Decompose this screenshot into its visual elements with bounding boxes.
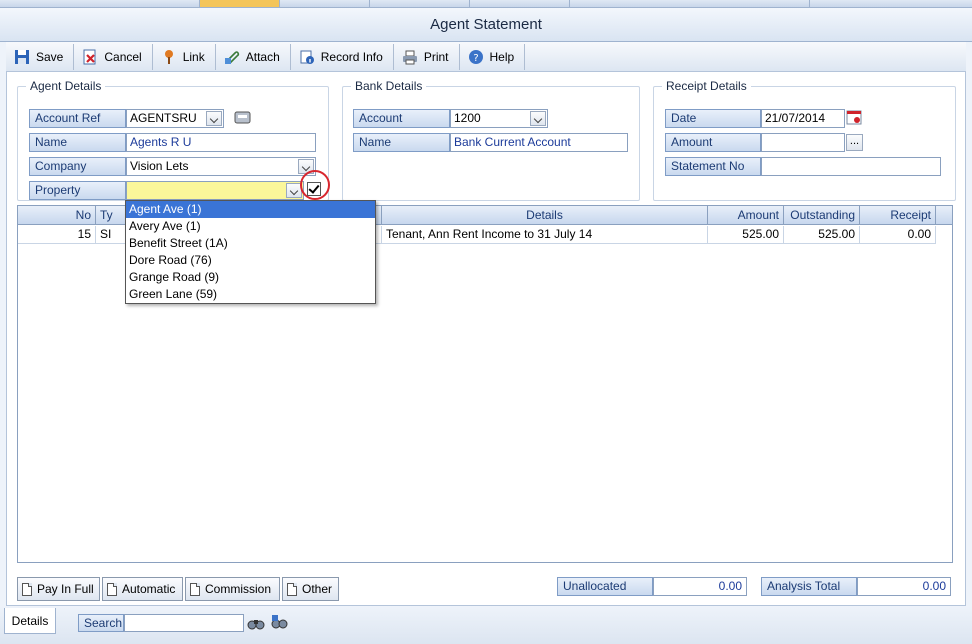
bank-name-field[interactable]: Bank Current Account (450, 133, 628, 152)
commission-button[interactable]: Commission (185, 577, 280, 601)
property-field[interactable] (126, 181, 304, 200)
property-option[interactable]: Avery Ave (1) (126, 218, 375, 235)
document-icon (22, 582, 32, 596)
advanced-search-icon[interactable] (270, 614, 288, 632)
table-row-receipt[interactable]: 0.00 (860, 226, 936, 244)
column-header-amount[interactable]: Amount (708, 206, 784, 225)
amount-label: Amount (665, 133, 761, 152)
automatic-label: Automatic (122, 582, 176, 596)
pay-in-full-button[interactable]: Pay In Full (17, 577, 100, 601)
record-info-button[interactable]: Record Info (291, 43, 394, 70)
date-field[interactable]: 21/07/2014 (761, 109, 845, 128)
table-row-outstanding[interactable]: 525.00 (784, 226, 860, 244)
property-option[interactable]: Dore Road (76) (126, 252, 375, 269)
record-info-label: Record Info (320, 49, 383, 64)
agent-name-label: Name (29, 133, 126, 152)
receipt-details-legend: Receipt Details (662, 79, 751, 93)
link-icon (164, 49, 173, 64)
top-tab[interactable] (370, 0, 470, 7)
column-header-receipt[interactable]: Receipt (860, 206, 936, 225)
calendar-icon[interactable] (846, 109, 863, 126)
bank-account-dropdown-icon[interactable] (530, 111, 546, 126)
property-option[interactable]: Benefit Street (1A) (126, 235, 375, 252)
analysis-total-field: 0.00 (857, 577, 951, 596)
unallocated-field: 0.00 (653, 577, 747, 596)
save-button[interactable]: Save (6, 43, 75, 70)
cancel-icon (83, 49, 96, 64)
top-tab[interactable] (470, 0, 570, 7)
top-tab-active[interactable] (200, 0, 280, 7)
print-icon (402, 50, 417, 64)
save-label: Save (36, 49, 64, 64)
property-option[interactable]: Agent Ave (1) (126, 201, 375, 218)
tab-details[interactable]: Details (4, 608, 56, 634)
print-button[interactable]: Print (394, 43, 460, 70)
pay-in-full-label: Pay In Full (37, 582, 94, 596)
help-label: Help (489, 49, 515, 64)
document-icon (107, 582, 117, 596)
statement-form: Agent Details Account Ref AGENTSRU Name … (6, 72, 966, 606)
bank-details-legend: Bank Details (351, 79, 427, 93)
property-dropdown-list: Agent Ave (1) Avery Ave (1) Benefit Stre… (125, 200, 376, 304)
property-option[interactable]: Green Lane (59) (126, 286, 375, 303)
toolbar: Save Cancel Link Attach Record Info Prin… (6, 42, 966, 72)
property-label: Property (29, 181, 126, 200)
top-tab[interactable] (570, 0, 810, 7)
cancel-label: Cancel (104, 49, 142, 64)
property-option[interactable]: Grange Road (9) (126, 269, 375, 286)
statement-no-field[interactable] (761, 157, 941, 176)
date-label: Date (665, 109, 761, 128)
top-tab[interactable] (280, 0, 370, 7)
amount-field[interactable] (761, 133, 845, 152)
bank-name-label: Name (353, 133, 450, 152)
footer-bar: Details Search (0, 606, 972, 644)
save-icon (15, 49, 29, 64)
attach-icon (224, 50, 239, 64)
svg-text:?: ? (473, 53, 478, 64)
column-header-outstanding[interactable]: Outstanding (784, 206, 860, 225)
other-button[interactable]: Other (282, 577, 339, 601)
commission-label: Commission (205, 582, 272, 596)
company-field[interactable]: Vision Lets (126, 157, 316, 176)
automatic-button[interactable]: Automatic (102, 577, 183, 601)
search-label: Search (78, 614, 124, 632)
other-label: Other (302, 582, 333, 596)
print-label: Print (423, 49, 449, 64)
window-title: Agent Statement (0, 8, 972, 42)
attach-button[interactable]: Attach (216, 43, 291, 70)
document-icon (190, 582, 200, 596)
link-label: Link (182, 49, 205, 64)
document-icon (287, 582, 297, 596)
agent-details-legend: Agent Details (26, 79, 106, 93)
column-header-no[interactable]: No (18, 206, 96, 225)
analysis-total-label: Analysis Total (761, 577, 857, 596)
amount-ellipsis-button[interactable]: ... (846, 134, 863, 151)
record-info-icon (300, 50, 314, 64)
bank-account-label: Account (353, 109, 450, 128)
agent-name-field[interactable]: Agents R U (126, 133, 316, 152)
top-tab[interactable] (0, 0, 200, 7)
link-button[interactable]: Link (153, 43, 216, 70)
column-header-type[interactable]: Ty (96, 206, 126, 225)
unallocated-label: Unallocated (557, 577, 653, 596)
lookup-icon[interactable] (234, 109, 251, 126)
cancel-button[interactable]: Cancel (74, 43, 153, 70)
account-ref-dropdown-icon[interactable] (206, 111, 222, 126)
help-button[interactable]: ? Help (460, 43, 526, 70)
table-row-type[interactable]: SI (96, 226, 126, 244)
table-row-details[interactable]: Tenant, Ann Rent Income to 31 July 14 (382, 226, 708, 244)
property-checkbox[interactable] (307, 182, 321, 196)
column-header-details[interactable]: Details (382, 206, 708, 225)
table-row-no[interactable]: 15 (18, 226, 96, 244)
account-ref-label: Account Ref (29, 109, 126, 128)
help-icon: ? (468, 49, 483, 64)
statement-no-label: Statement No (665, 157, 761, 176)
top-tab-strip (0, 0, 972, 8)
search-input[interactable] (124, 614, 244, 632)
binoculars-icon[interactable] (247, 614, 265, 632)
table-row-amount[interactable]: 525.00 (708, 226, 784, 244)
company-label: Company (29, 157, 126, 176)
attach-label: Attach (245, 49, 280, 64)
